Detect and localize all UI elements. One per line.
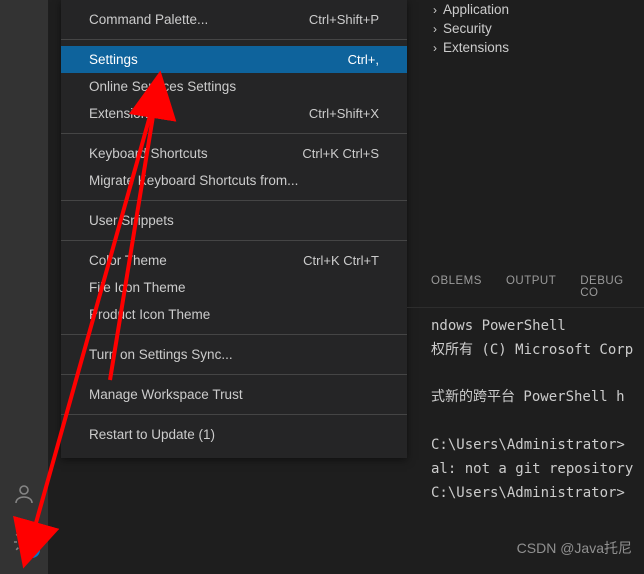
menu-label: Command Palette...: [89, 12, 208, 27]
menu-label: Product Icon Theme: [89, 307, 210, 322]
menu-label: User Snippets: [89, 213, 174, 228]
menu-label: Color Theme: [89, 253, 167, 268]
menu-separator: [61, 200, 407, 201]
tab-output[interactable]: OUTPUT: [506, 275, 556, 299]
update-badge: 1: [24, 542, 40, 558]
menu-color-theme[interactable]: Color Theme Ctrl+K Ctrl+T: [61, 247, 407, 274]
tree-item-extensions[interactable]: › Extensions: [433, 38, 644, 57]
terminal-line: C:\Users\Administrator>: [431, 437, 625, 453]
menu-separator: [61, 240, 407, 241]
watermark-text: CSDN @Java托尼: [517, 538, 632, 558]
menu-label: Online Services Settings: [89, 79, 236, 94]
terminal-line: ndows PowerShell: [431, 318, 566, 334]
menu-shortcut: Ctrl+,: [348, 52, 379, 67]
menu-label: Migrate Keyboard Shortcuts from...: [89, 173, 298, 188]
tree-label: Security: [443, 21, 492, 36]
tab-problems[interactable]: OBLEMS: [431, 275, 482, 299]
menu-separator: [61, 334, 407, 335]
menu-settings[interactable]: Settings Ctrl+,: [61, 46, 407, 73]
activity-bar: 1: [0, 0, 48, 574]
chevron-right-icon: ›: [433, 41, 437, 55]
menu-extensions[interactable]: Extensions Ctrl+Shift+X: [61, 100, 407, 127]
terminal-line: al: not a git repository: [431, 461, 633, 477]
right-panel: › Application › Security › Extensions OB…: [407, 0, 644, 574]
manage-gear-icon[interactable]: 1: [0, 518, 48, 566]
manage-context-menu: Command Palette... Ctrl+Shift+P Settings…: [61, 0, 407, 458]
tree-label: Application: [443, 2, 509, 17]
menu-command-palette[interactable]: Command Palette... Ctrl+Shift+P: [61, 6, 407, 33]
terminal-line: 式新的跨平台 PowerShell h: [431, 389, 625, 405]
menu-shortcut: Ctrl+K Ctrl+T: [303, 253, 379, 268]
menu-separator: [61, 374, 407, 375]
panel-tabs: OBLEMS OUTPUT DEBUG CO: [407, 275, 644, 308]
menu-settings-sync[interactable]: Turn on Settings Sync...: [61, 341, 407, 368]
menu-separator: [61, 133, 407, 134]
menu-separator: [61, 39, 407, 40]
tab-debug-console[interactable]: DEBUG CO: [580, 275, 644, 299]
menu-workspace-trust[interactable]: Manage Workspace Trust: [61, 381, 407, 408]
tree-label: Extensions: [443, 40, 509, 55]
menu-file-icon-theme[interactable]: File Icon Theme: [61, 274, 407, 301]
menu-online-services-settings[interactable]: Online Services Settings: [61, 73, 407, 100]
chevron-right-icon: ›: [433, 3, 437, 17]
menu-keyboard-shortcuts[interactable]: Keyboard Shortcuts Ctrl+K Ctrl+S: [61, 140, 407, 167]
terminal-line: C:\Users\Administrator>: [431, 485, 625, 501]
menu-label: Keyboard Shortcuts: [89, 146, 208, 161]
menu-product-icon-theme[interactable]: Product Icon Theme: [61, 301, 407, 328]
menu-label: Settings: [89, 52, 138, 67]
menu-label: Restart to Update (1): [89, 427, 215, 442]
menu-restart-update[interactable]: Restart to Update (1): [61, 421, 407, 448]
menu-label: Turn on Settings Sync...: [89, 347, 233, 362]
accounts-icon[interactable]: [0, 470, 48, 518]
tree-item-application[interactable]: › Application: [433, 0, 644, 19]
tree-item-security[interactable]: › Security: [433, 19, 644, 38]
menu-separator: [61, 414, 407, 415]
terminal-output[interactable]: ndows PowerShell 权所有 (C) Microsoft Corp …: [431, 315, 644, 505]
menu-user-snippets[interactable]: User Snippets: [61, 207, 407, 234]
terminal-line: 权所有 (C) Microsoft Corp: [431, 342, 633, 358]
menu-label: File Icon Theme: [89, 280, 186, 295]
chevron-right-icon: ›: [433, 22, 437, 36]
menu-shortcut: Ctrl+K Ctrl+S: [302, 146, 379, 161]
menu-label: Extensions: [89, 106, 155, 121]
settings-tree: › Application › Security › Extensions: [407, 0, 644, 57]
menu-shortcut: Ctrl+Shift+X: [309, 106, 379, 121]
menu-migrate-shortcuts[interactable]: Migrate Keyboard Shortcuts from...: [61, 167, 407, 194]
menu-label: Manage Workspace Trust: [89, 387, 243, 402]
menu-shortcut: Ctrl+Shift+P: [309, 12, 379, 27]
